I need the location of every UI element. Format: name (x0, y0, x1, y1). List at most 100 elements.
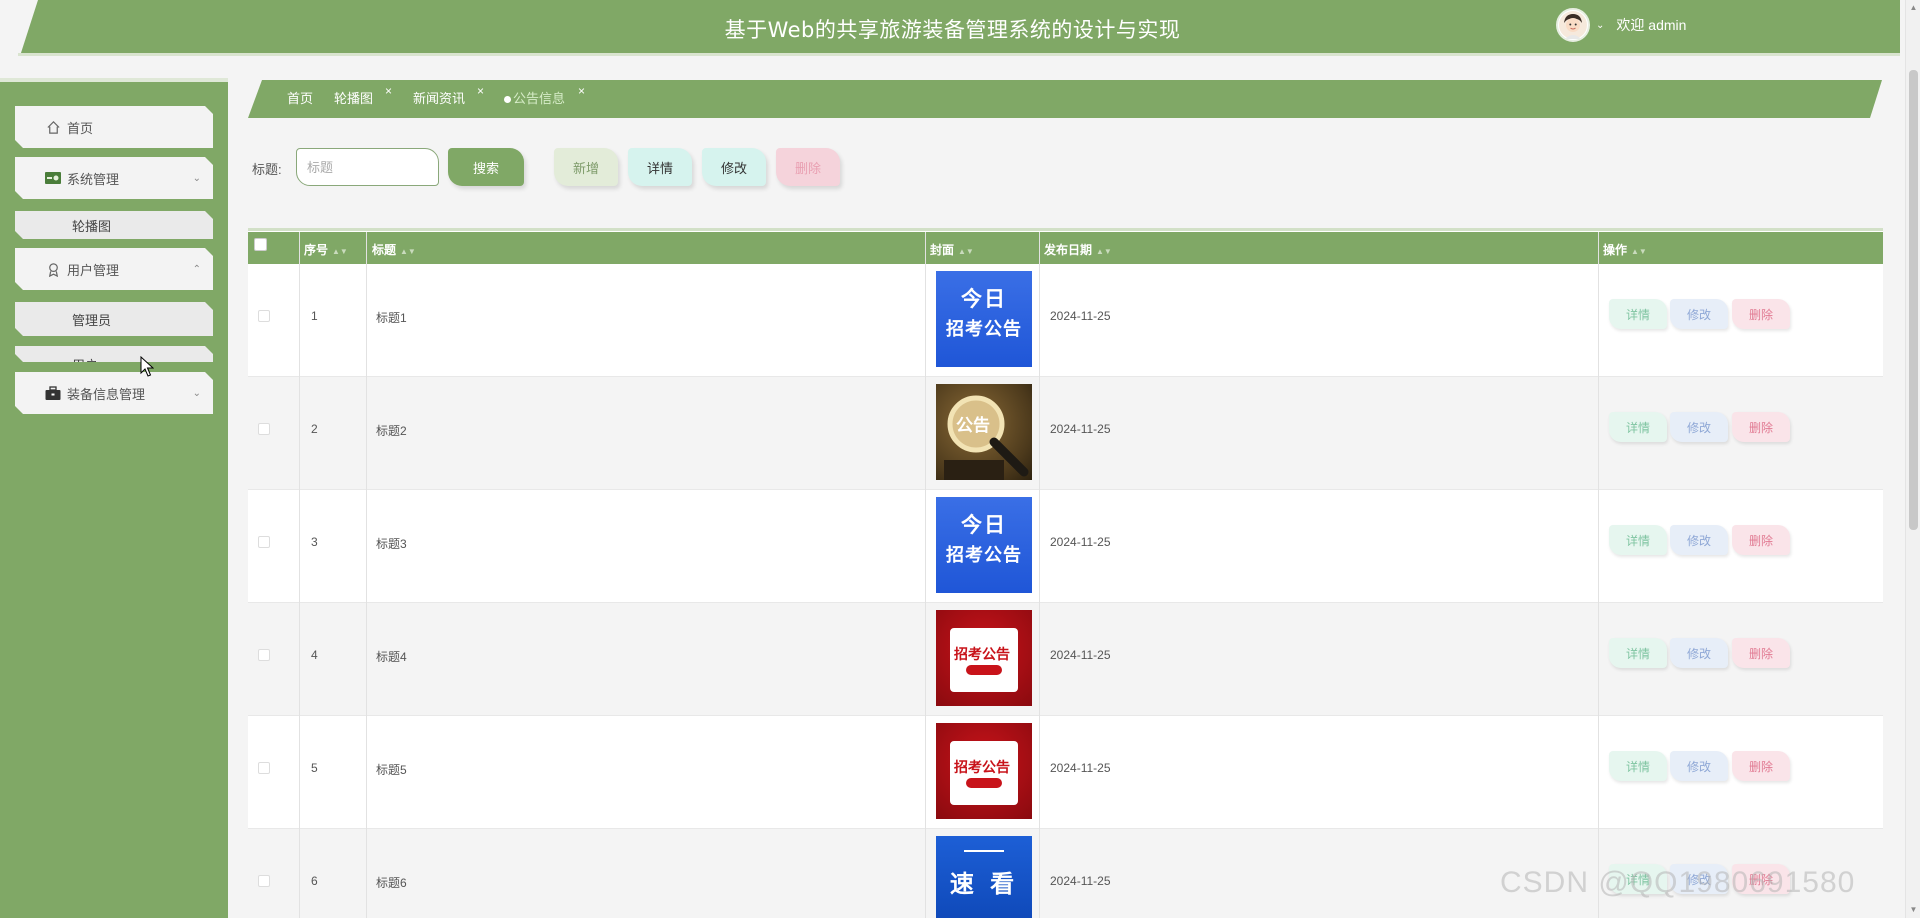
user-menu[interactable]: ⌄ 欢迎 admin (1556, 8, 1686, 42)
delete-button[interactable]: 删除 (776, 148, 840, 186)
column-divider (366, 232, 367, 918)
vertical-scrollbar[interactable]: ▲ ▼ (1905, 0, 1920, 918)
edit-button[interactable]: 修改 (702, 148, 766, 186)
column-divider (1598, 232, 1599, 918)
row-checkbox[interactable] (258, 423, 270, 435)
title-search-input[interactable] (296, 148, 439, 186)
row-index: 2 (311, 422, 318, 436)
scrollbar-thumb[interactable] (1909, 70, 1918, 530)
row-date: 2024-11-25 (1050, 309, 1111, 323)
close-icon[interactable]: × (578, 84, 585, 98)
sidebar-topline (0, 78, 228, 82)
cover-image[interactable]: 招考公告 (936, 723, 1032, 819)
row-index: 3 (311, 535, 318, 549)
welcome-text: 欢迎 admin (1616, 17, 1687, 33)
scroll-up-arrow-icon[interactable]: ▲ (1909, 3, 1918, 13)
sort-icon[interactable]: ▲▼ (1096, 247, 1112, 256)
cover-text: 招考公告 (954, 647, 1010, 663)
sidebar-subitem-admin[interactable]: 管理员 (15, 302, 213, 336)
add-button[interactable]: 新增 (554, 148, 618, 186)
row-checkbox[interactable] (258, 875, 270, 887)
row-delete-button[interactable]: 删除 (1732, 638, 1790, 668)
row-edit-button[interactable]: 修改 (1670, 299, 1728, 329)
sidebar-subitem-user[interactable]: 用户 (15, 346, 213, 362)
cover-image[interactable]: 公告 (936, 384, 1032, 480)
chevron-down-icon[interactable]: ⌄ (1596, 20, 1604, 31)
cover-image[interactable]: 速 看 (936, 836, 1032, 918)
sort-icon[interactable]: ▲▼ (958, 247, 974, 256)
cover-stamp (966, 665, 1002, 675)
row-detail-button[interactable]: 详情 (1609, 299, 1667, 329)
sort-icon[interactable]: ▲▼ (1631, 247, 1647, 256)
cover-text: 今日 (961, 287, 1007, 311)
row-detail-button[interactable]: 详情 (1609, 751, 1667, 781)
cover-image[interactable]: 今日 招考公告 (936, 271, 1032, 367)
row-detail-button[interactable]: 详情 (1609, 412, 1667, 442)
cover-image[interactable]: 今日 招考公告 (936, 497, 1032, 593)
table-row[interactable]: 5 标题5 招考公告 2024-11-25 详情 修改 删除 (248, 716, 1883, 829)
column-header-cover[interactable]: 封面 ▲▼ (930, 241, 974, 258)
column-header-actions[interactable]: 操作 ▲▼ (1603, 241, 1647, 258)
search-button[interactable]: 搜索 (448, 148, 524, 186)
row-edit-button[interactable]: 修改 (1670, 638, 1728, 668)
select-all-checkbox[interactable] (254, 238, 267, 251)
column-header-label: 操作 (1603, 243, 1628, 257)
sidebar-subitem-label: 用户 (72, 355, 98, 362)
table-row[interactable]: 1 标题1 今日 招考公告 2024-11-25 详情 修改 删除 (248, 264, 1883, 377)
sort-icon[interactable]: ▲▼ (332, 247, 348, 256)
detail-button[interactable]: 详情 (628, 148, 692, 186)
sidebar-item-label: 系统管理 (67, 171, 120, 187)
briefcase-icon (45, 385, 61, 401)
row-edit-button[interactable]: 修改 (1670, 525, 1728, 555)
cover-image[interactable]: 招考公告 (936, 610, 1032, 706)
tab-home[interactable]: 首页 (287, 88, 313, 107)
table-row[interactable]: 4 标题4 招考公告 2024-11-25 详情 修改 删除 (248, 603, 1883, 716)
cover-text: 招考公告 (946, 319, 1022, 340)
column-header-label: 发布日期 (1044, 243, 1093, 257)
row-delete-button[interactable]: 删除 (1732, 525, 1790, 555)
tab-announcements[interactable]: 公告信息 (504, 88, 565, 107)
row-checkbox[interactable] (258, 536, 270, 548)
column-header-index[interactable]: 序号 ▲▼ (304, 241, 348, 258)
row-date: 2024-11-25 (1050, 761, 1111, 775)
cover-text: 招考公告 (954, 760, 1010, 776)
row-checkbox[interactable] (258, 310, 270, 322)
sidebar-subitem-carousel[interactable]: 轮播图 (15, 211, 213, 239)
row-title: 标题6 (376, 876, 407, 890)
close-icon[interactable]: × (477, 84, 484, 98)
table-row[interactable]: 3 标题3 今日 招考公告 2024-11-25 详情 修改 删除 (248, 490, 1883, 603)
scroll-down-arrow-icon[interactable]: ▼ (1909, 905, 1918, 915)
row-checkbox[interactable] (258, 762, 270, 774)
row-detail-button[interactable]: 详情 (1609, 638, 1667, 668)
row-edit-button[interactable]: 修改 (1670, 751, 1728, 781)
column-header-label: 封面 (930, 243, 955, 257)
top-header: 基于Web的共享旅游装备管理系统的设计与实现 ⌄ 欢迎 admin (0, 0, 1905, 60)
table-topline (248, 228, 1883, 231)
sidebar-item-home[interactable]: 首页 (15, 106, 213, 148)
row-detail-button[interactable]: 详情 (1609, 525, 1667, 555)
sidebar-item-equipment-management[interactable]: 装备信息管理 ⌄ (15, 372, 213, 414)
table-row[interactable]: 2 标题2 公告 2024-11-25 详情 修改 删除 (248, 377, 1883, 490)
row-edit-button[interactable]: 修改 (1670, 412, 1728, 442)
row-delete-button[interactable]: 删除 (1732, 751, 1790, 781)
column-header-label: 序号 (304, 243, 329, 257)
tab-news[interactable]: 新闻资讯 (413, 88, 465, 107)
column-header-date[interactable]: 发布日期 ▲▼ (1044, 241, 1112, 258)
sort-icon[interactable]: ▲▼ (400, 247, 416, 256)
cover-stamp (966, 778, 1002, 788)
sidebar-item-label: 用户管理 (67, 262, 120, 278)
system-icon (45, 170, 61, 186)
row-delete-button[interactable]: 删除 (1732, 412, 1790, 442)
sidebar-item-label: 装备信息管理 (67, 386, 146, 402)
avatar[interactable] (1556, 8, 1590, 42)
sidebar-item-system-management[interactable]: 系统管理 ⌄ (15, 157, 213, 199)
sidebar-item-user-management[interactable]: 用户管理 ⌃ (15, 248, 213, 290)
column-header-title[interactable]: 标题 ▲▼ (372, 241, 416, 258)
row-checkbox[interactable] (258, 649, 270, 661)
row-title: 标题4 (376, 650, 407, 664)
tab-carousel[interactable]: 轮播图 (334, 88, 373, 107)
row-delete-button[interactable]: 删除 (1732, 299, 1790, 329)
user-avatar-icon (1559, 11, 1587, 39)
cover-text: 公告 (956, 416, 990, 436)
close-icon[interactable]: × (385, 84, 392, 98)
